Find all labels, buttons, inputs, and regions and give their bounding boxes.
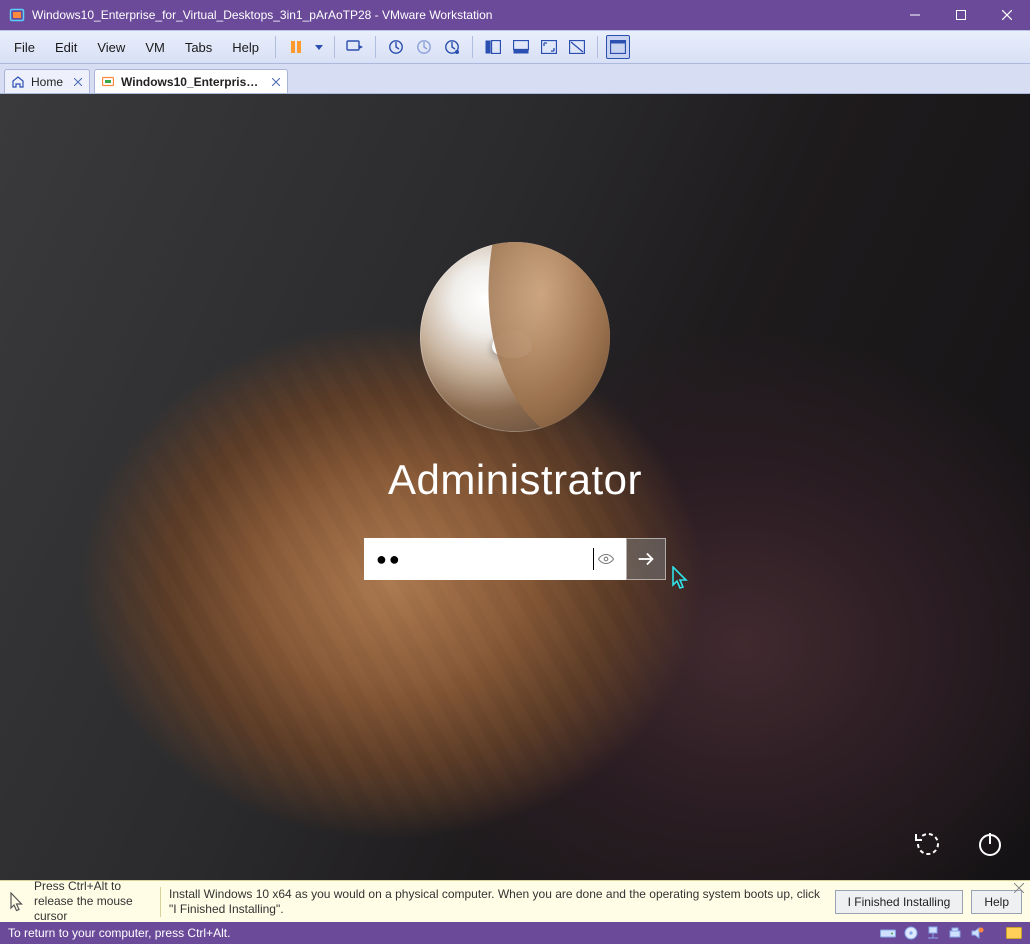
menu-tabs[interactable]: Tabs [175,36,222,59]
network-icon[interactable] [926,926,940,940]
statusbar: To return to your computer, press Ctrl+A… [0,922,1030,944]
separator [334,36,335,58]
tab-vm[interactable]: Windows10_Enterprise_fo... [94,69,288,93]
install-hint-text: Install Windows 10 x64 as you would on a… [169,887,835,917]
app-window: Windows10_Enterprise_for_Virtual_Desktop… [0,0,1030,944]
menu-file[interactable]: File [4,36,45,59]
menu-help[interactable]: Help [222,36,269,59]
sound-icon[interactable] [970,926,984,940]
fullscreen-button[interactable] [537,35,561,59]
username-label: Administrator [388,456,642,504]
show-library-button[interactable] [481,35,505,59]
device-tray [880,926,1022,940]
guest-screen[interactable]: Administrator ●● [0,94,1030,880]
finished-installing-button[interactable]: I Finished Installing [835,890,964,914]
vm-icon [101,75,115,89]
tab-close-icon[interactable] [71,75,85,89]
power-dropdown[interactable] [312,35,326,59]
status-text: To return to your computer, press Ctrl+A… [8,926,230,940]
tab-home[interactable]: Home [4,69,90,93]
window-title: Windows10_Enterprise_for_Virtual_Desktop… [32,8,892,22]
separator [160,887,161,917]
cursor-icon [0,892,34,912]
submit-button[interactable] [626,538,666,580]
close-icon[interactable] [1014,883,1026,895]
power-button[interactable] [972,826,1008,862]
maximize-button[interactable] [938,0,984,30]
password-row: ●● [364,538,666,580]
menubar: File Edit View VM Tabs Help [0,30,1030,64]
minimize-button[interactable] [892,0,938,30]
snapshot-manager-button[interactable] [440,35,464,59]
harddisk-icon[interactable] [880,927,896,939]
hintbar: Press Ctrl+Alt to release the mouse curs… [0,880,1030,922]
snapshot-revert-button[interactable] [412,35,436,59]
separator [472,36,473,58]
window-controls [892,0,1030,30]
login-panel: Administrator ●● [0,94,1030,880]
power-options [910,826,1008,862]
tabstrip: Home Windows10_Enterprise_fo... [0,64,1030,94]
release-hint-text: Press Ctrl+Alt to release the mouse curs… [34,879,152,924]
password-input[interactable]: ●● [364,538,626,580]
password-masked-value: ●● [376,549,595,570]
thumbnail-bar-button[interactable] [509,35,533,59]
send-ctrl-alt-del-button[interactable] [343,35,367,59]
menu-edit[interactable]: Edit [45,36,87,59]
app-icon [9,7,25,23]
user-avatar [420,242,610,432]
menu-view[interactable]: View [87,36,135,59]
reveal-password-icon[interactable] [594,550,618,568]
titlebar[interactable]: Windows10_Enterprise_for_Virtual_Desktop… [0,0,1030,30]
ease-of-access-button[interactable] [910,826,946,862]
unity-button[interactable] [565,35,589,59]
home-icon [11,75,25,89]
cd-icon[interactable] [904,926,918,940]
console-view-button[interactable] [606,35,630,59]
snapshot-take-button[interactable] [384,35,408,59]
tab-close-icon[interactable] [269,75,283,89]
tab-label: Home [31,75,63,89]
messages-icon[interactable] [1006,927,1022,939]
close-button[interactable] [984,0,1030,30]
printer-icon[interactable] [948,926,962,940]
menu-vm[interactable]: VM [135,36,175,59]
separator [275,36,276,58]
separator [597,36,598,58]
separator [375,36,376,58]
pause-button[interactable] [284,35,308,59]
tab-label: Windows10_Enterprise_fo... [121,75,261,89]
